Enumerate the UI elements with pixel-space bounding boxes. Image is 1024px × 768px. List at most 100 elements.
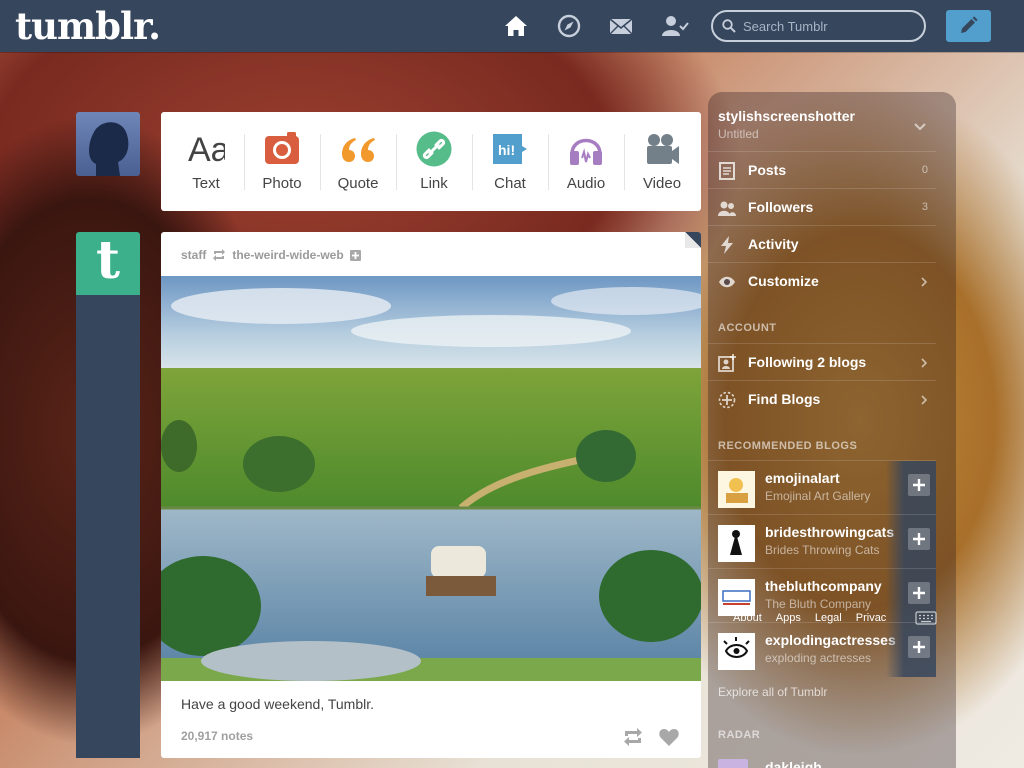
sidebar-item-label: Activity — [748, 236, 799, 252]
explore-compass-icon[interactable] — [556, 13, 582, 39]
following-icon — [718, 354, 736, 372]
recommended-blog[interactable]: emojinalart Emojinal Art Gallery — [708, 460, 936, 515]
compose-post-button[interactable] — [946, 10, 991, 42]
text-fade — [886, 515, 904, 569]
recommended-blog[interactable]: explodingactresses exploding actresses — [708, 622, 936, 677]
post-type-audio[interactable]: Audio — [548, 112, 624, 211]
reblog-icon[interactable] — [622, 726, 644, 748]
sidebar-item-label: Posts — [748, 162, 787, 178]
tumblr-logo[interactable]: tumblr. — [15, 4, 161, 48]
plus-icon — [913, 587, 925, 599]
followers-icon — [718, 201, 736, 216]
footer-link-about[interactable]: About — [733, 612, 762, 624]
post-notes-count[interactable]: 20,917 notes — [181, 729, 253, 743]
account-person-icon[interactable] — [661, 13, 689, 39]
keyboard-shortcuts-icon[interactable] — [915, 611, 937, 625]
follow-blog-button[interactable] — [904, 623, 936, 677]
chevron-right-icon — [921, 395, 928, 405]
radar-item[interactable]: dakleigh — [718, 759, 936, 768]
sidebar-item-count: 0 — [921, 164, 928, 176]
top-navigation-bar: tumblr. — [0, 0, 1024, 52]
sidebar-item-posts[interactable]: Posts 0 — [708, 151, 936, 188]
sidebar-item-find-blogs[interactable]: Find Blogs — [708, 380, 936, 417]
recommended-blog-name: bridesthrowingcats — [765, 524, 895, 540]
footer-link-legal[interactable]: Legal — [815, 612, 842, 624]
sidebar-item-following[interactable]: Following 2 blogs — [708, 343, 936, 380]
inbox-envelope-icon[interactable] — [608, 13, 634, 39]
post-type-chat[interactable]: hi! Chat — [472, 112, 548, 211]
chat-bubble-icon: hi! — [493, 134, 527, 164]
recommended-blogs-heading: RECOMMENDED BLOGS — [718, 440, 858, 452]
staff-t-logo-icon: t — [95, 230, 121, 291]
footer-link-privacy[interactable]: Privac — [856, 612, 887, 624]
like-heart-icon[interactable] — [658, 726, 680, 748]
sidebar-item-label: Find Blogs — [748, 391, 821, 407]
post-corner-fold — [685, 232, 701, 248]
search-box[interactable] — [711, 10, 926, 42]
reblog-small-icon — [213, 249, 226, 261]
post-type-quote[interactable]: Quote — [320, 112, 396, 211]
search-icon — [722, 19, 736, 33]
sidebar-item-label: Following 2 blogs — [748, 354, 867, 370]
recommended-blog[interactable]: bridesthrowingcats Brides Throwing Cats — [708, 514, 936, 569]
post-caption: Have a good weekend, Tumblr. — [181, 696, 375, 712]
chevron-down-icon[interactable] — [912, 121, 928, 133]
posts-icon — [719, 162, 735, 180]
chevron-right-icon — [921, 277, 928, 287]
headphones-icon — [570, 138, 602, 165]
account-heading: ACCOUNT — [718, 322, 777, 334]
sidebar-item-label: Customize — [748, 273, 819, 289]
recommended-blog-title: Brides Throwing Cats — [765, 543, 880, 557]
recommended-blog-name: emojinalart — [765, 470, 840, 486]
radar-blog-name: dakleigh — [765, 759, 822, 768]
svg-text:Aa: Aa — [188, 131, 225, 168]
text-fade — [886, 569, 904, 623]
explore-all-link[interactable]: Explore all of Tumblr — [718, 685, 827, 699]
follow-blog-button[interactable] — [904, 461, 936, 515]
text-fade — [886, 461, 904, 515]
post-type-quote-label: Quote — [337, 175, 379, 192]
post-type-video-label: Video — [642, 175, 682, 192]
sidebar-item-activity[interactable]: Activity — [708, 225, 936, 262]
post-type-link-label: Link — [420, 175, 448, 192]
user-silhouette-icon — [89, 122, 129, 176]
post-type-link[interactable]: Link — [396, 112, 472, 211]
sidebar-item-customize[interactable]: Customize — [708, 262, 936, 299]
post-photo-landscape[interactable] — [161, 276, 701, 681]
link-icon — [416, 131, 452, 167]
staff-avatar[interactable]: t — [76, 230, 140, 295]
post-type-bar: Aa Text Photo Quote Link hi! Chat Audio … — [161, 112, 701, 211]
post-type-video[interactable]: Video — [624, 112, 700, 211]
sidebar-blog-title: Untitled — [718, 127, 759, 141]
radar-avatar[interactable] — [718, 759, 748, 768]
plus-icon — [913, 479, 925, 491]
blog-avatar[interactable] — [718, 471, 755, 508]
search-input[interactable] — [743, 16, 913, 36]
activity-bolt-icon — [721, 236, 733, 254]
home-icon[interactable] — [503, 13, 529, 39]
quote-icon — [342, 138, 375, 162]
recommended-blog-title: exploding actresses — [765, 651, 872, 665]
blog-avatar[interactable] — [718, 633, 755, 670]
follow-blog-button[interactable] — [904, 515, 936, 569]
sidebar-blog-name[interactable]: stylishscreenshotter — [718, 108, 855, 124]
text-aa-icon: Aa — [188, 131, 225, 168]
blog-avatar[interactable] — [718, 525, 755, 562]
reblog-source-link[interactable]: the-weird-wide-web — [232, 248, 343, 262]
footer-links: About Apps Legal Privac — [733, 612, 886, 624]
sidebar-item-followers[interactable]: Followers 3 — [708, 188, 936, 225]
post-author-link[interactable]: staff — [181, 248, 206, 262]
follow-plus-icon[interactable] — [349, 249, 361, 261]
recommended-blog-name: explodingactresses — [765, 632, 896, 648]
post-type-text-label: Text — [192, 175, 220, 192]
recommended-blog-title: Emojinal Art Gallery — [765, 489, 871, 503]
post-type-text[interactable]: Aa Text — [168, 112, 244, 211]
user-avatar[interactable] — [76, 112, 140, 176]
svg-text:hi!: hi! — [498, 142, 515, 158]
sidebar-item-label: Followers — [748, 199, 814, 215]
post-type-photo[interactable]: Photo — [244, 112, 320, 211]
footer-link-apps[interactable]: Apps — [776, 612, 801, 624]
find-blogs-icon — [718, 391, 736, 409]
blog-avatar[interactable] — [718, 579, 755, 616]
text-fade — [886, 623, 904, 677]
